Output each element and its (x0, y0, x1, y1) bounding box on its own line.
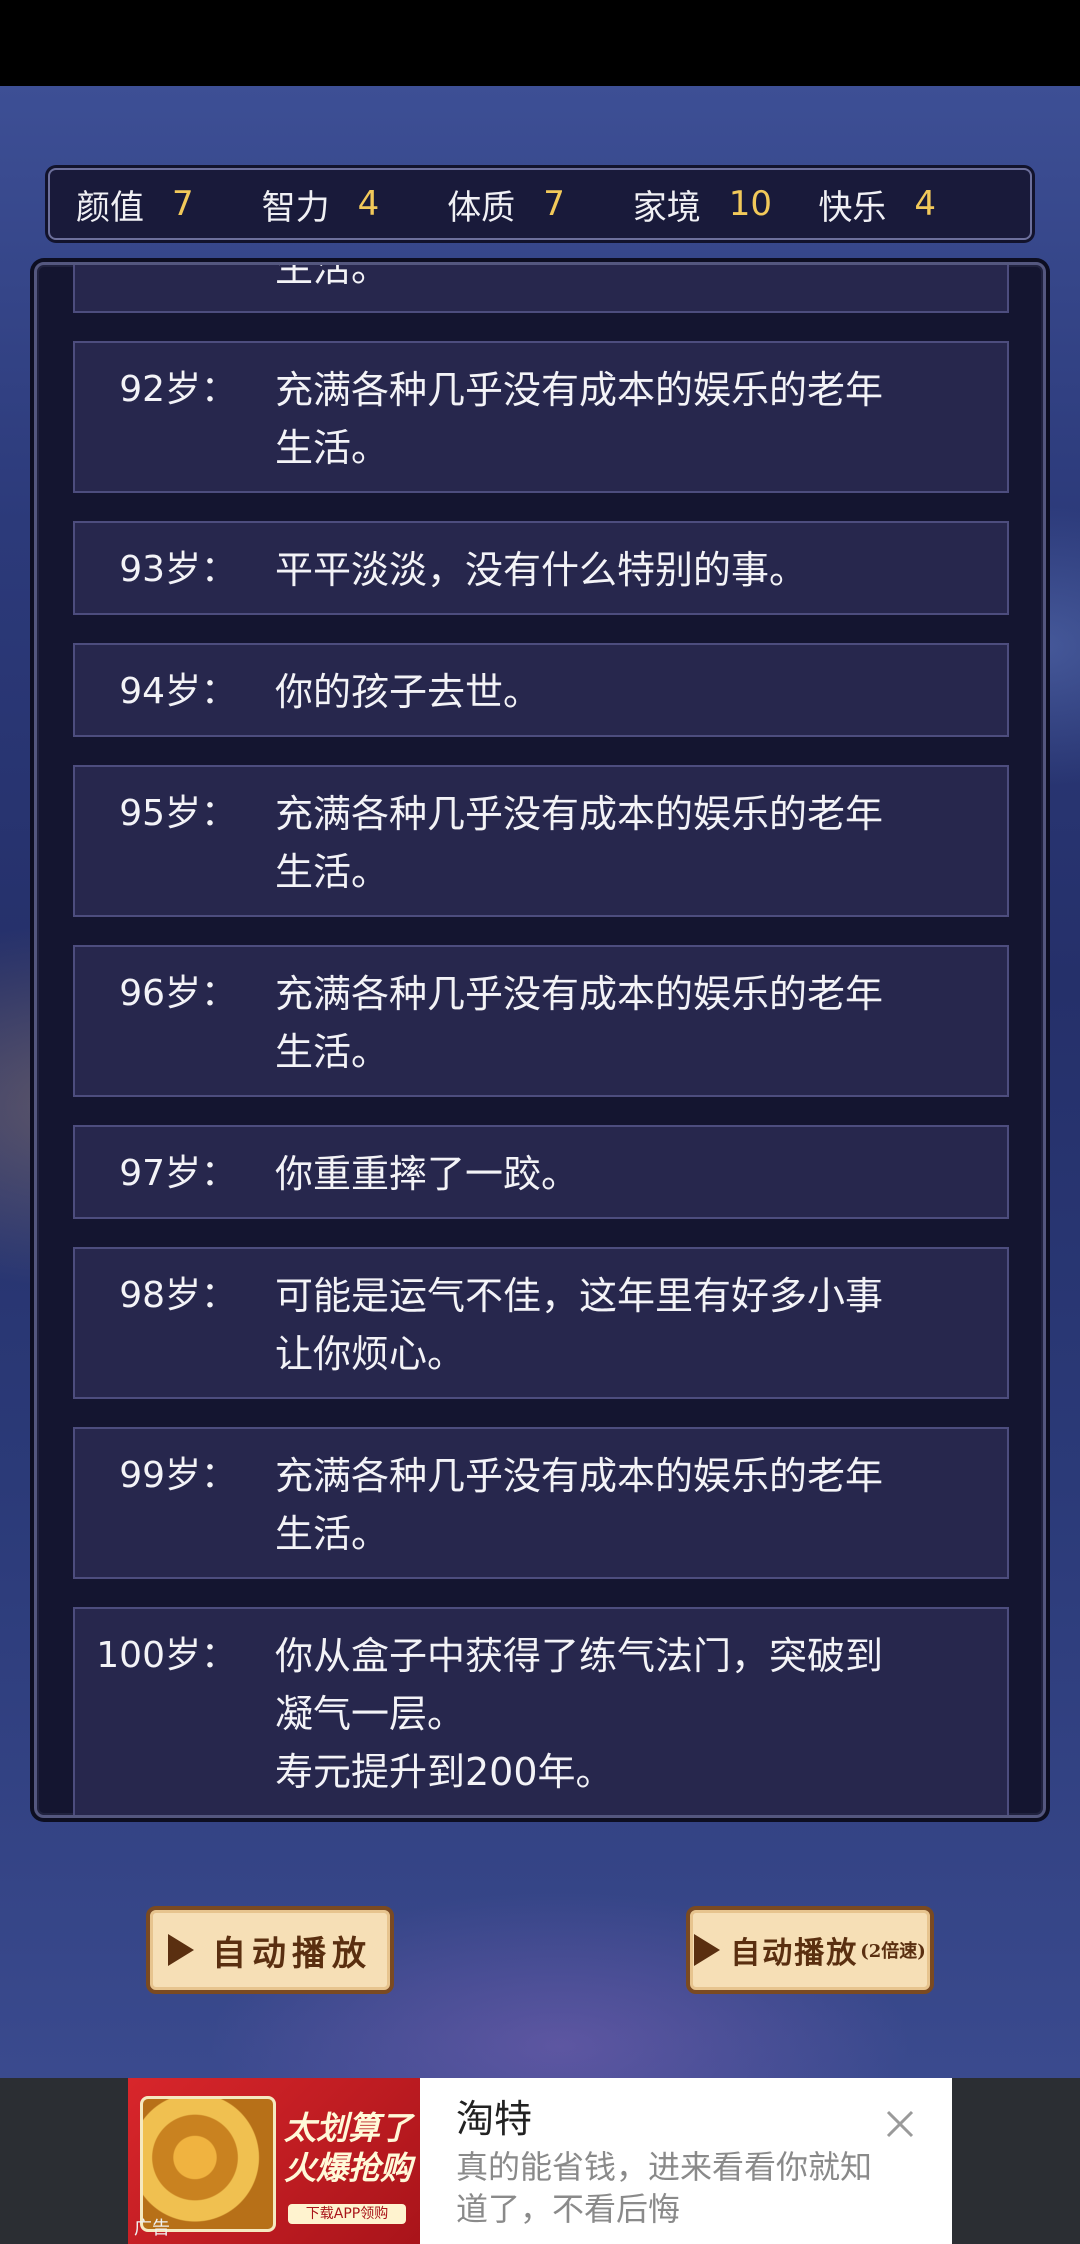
ad-card[interactable]: 淘特 真的能省钱，进来看看你就知道了，不看后悔 (420, 2078, 952, 2244)
entry-text: 你重重摔了一跤。 (275, 1152, 580, 1196)
stat-label: 家境 (632, 187, 701, 228)
entry-age: 94岁： (119, 671, 237, 712)
close-icon[interactable] (884, 2108, 916, 2140)
stat-label: 智力 (261, 187, 330, 228)
stat-label: 体质 (447, 187, 516, 228)
entry-age: 96岁： (119, 973, 237, 1014)
autoplay-label: 自动播放 (212, 1933, 372, 1974)
entry-text: 生活。 (275, 262, 390, 290)
life-log-entry: 98岁： 可能是运气不佳，这年里有好多小事 让你烦心。 (73, 1247, 1009, 1399)
life-log-entry: 92岁： 充满各种几乎没有成本的娱乐的老年 生活。 (73, 341, 1009, 493)
life-log-entry: 95岁： 充满各种几乎没有成本的娱乐的老年 生活。 (73, 765, 1009, 917)
play-icon (694, 1934, 721, 1966)
life-log-panel[interactable]: 生活。 92岁： 充满各种几乎没有成本的娱乐的老年 生活。 93岁： 平平淡淡，… (34, 262, 1046, 1818)
stat-value: 4 (357, 184, 380, 224)
ad-download-button: 下载APP领购 (288, 2204, 406, 2224)
life-log-entry: 97岁： 你重重摔了一跤。 (73, 1125, 1009, 1219)
stat-label: 颜值 (76, 187, 144, 228)
stat-value: 7 (543, 184, 565, 224)
autoplay-button[interactable]: 自动播放 (146, 1906, 394, 1994)
stat-value: 7 (172, 184, 194, 224)
entry-text: 充满各种几乎没有成本的娱乐的老年 生活。 (275, 1454, 884, 1556)
ad-banner[interactable]: 太划算了火爆抢购 下载APP领购 广告 淘特 真的能省钱，进来看看你就知道了，不… (0, 2078, 1080, 2244)
stat-constitution: 体质 7 (447, 180, 633, 229)
stat-label: 快乐 (818, 187, 887, 228)
status-bar (0, 0, 1080, 86)
entry-age: 93岁： (119, 549, 237, 590)
entry-age: 92岁： (119, 369, 237, 410)
life-log-entry: 93岁： 平平淡淡，没有什么特别的事。 (73, 521, 1009, 615)
entry-text: 充满各种几乎没有成本的娱乐的老年 生活。 (275, 972, 884, 1074)
entry-text: 充满各种几乎没有成本的娱乐的老年 生活。 (275, 368, 884, 470)
attribute-bar: 颜值 7 智力 4 体质 7 家境 10 快乐 4 (48, 168, 1032, 240)
ad-title: 淘特 (456, 2097, 533, 2141)
ad-description: 真的能省钱，进来看看你就知道了，不看后悔 (456, 2148, 873, 2228)
ad-image[interactable]: 太划算了火爆抢购 下载APP领购 广告 (128, 2078, 420, 2244)
life-log-entry: 99岁： 充满各种几乎没有成本的娱乐的老年 生活。 (73, 1427, 1009, 1579)
entry-text: 充满各种几乎没有成本的娱乐的老年 生活。 (275, 792, 884, 894)
life-log-list: 生活。 92岁： 充满各种几乎没有成本的娱乐的老年 生活。 93岁： 平平淡淡，… (73, 262, 1009, 1815)
autoplay-2x-label: 自动播放 (730, 1936, 859, 1971)
life-log-entry: 94岁： 你的孩子去世。 (73, 643, 1009, 737)
stat-appearance: 颜值 7 (76, 180, 262, 229)
entry-age: 95岁： (119, 793, 237, 834)
snack-product-image (140, 2096, 276, 2232)
play-icon (168, 1934, 194, 1966)
autoplay-2x-button[interactable]: 自动播放 (2倍速) (686, 1906, 934, 1994)
stat-happiness: 快乐 4 (818, 180, 1004, 229)
entry-age (75, 265, 275, 297)
entry-age: 100岁： (96, 1635, 237, 1676)
entry-text: 可能是运气不佳，这年里有好多小事 让你烦心。 (275, 1274, 884, 1376)
entry-age: 99岁： (119, 1455, 237, 1496)
entry-age: 98岁： (119, 1275, 237, 1316)
life-log-entry: 96岁： 充满各种几乎没有成本的娱乐的老年 生活。 (73, 945, 1009, 1097)
stat-value: 10 (728, 184, 773, 224)
autoplay-2x-suffix: (2倍速) (860, 1941, 926, 1962)
entry-text: 平平淡淡，没有什么特别的事。 (275, 548, 808, 592)
life-log-entry: 100岁： 你从盒子中获得了练气法门，突破到 凝气一层。 寿元提升到200年。 (73, 1607, 1009, 1815)
stat-intelligence: 智力 4 (262, 180, 448, 229)
stat-value: 4 (914, 184, 937, 224)
ad-label: 广告 (134, 2218, 170, 2239)
stat-family: 家境 10 (633, 180, 819, 229)
life-log-entry: 生活。 (73, 262, 1009, 313)
entry-text: 你的孩子去世。 (275, 670, 542, 714)
entry-age: 97岁： (119, 1153, 237, 1194)
entry-text: 你从盒子中获得了练气法门，突破到 凝气一层。 寿元提升到200年。 (275, 1634, 884, 1794)
ad-headline: 太划算了火爆抢购 (283, 2109, 412, 2187)
